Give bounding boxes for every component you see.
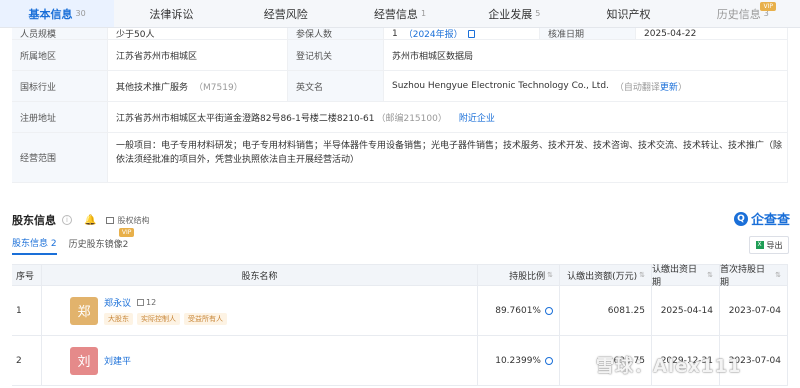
avatar: 刘 bbox=[70, 346, 98, 375]
value-registry: 苏州市相城区数据局 bbox=[384, 40, 788, 70]
value-insured: 1 （2024年报） bbox=[384, 27, 540, 40]
tab-development[interactable]: 企业发展 5 bbox=[457, 0, 571, 27]
person-name-line: 刘建平 bbox=[104, 354, 131, 367]
value-approval-date: 2025-04-22 bbox=[636, 28, 788, 39]
structure-icon bbox=[106, 216, 115, 224]
table-row: 1 郑 郑永议 12 大股东 实际控制人 受益所有人 89.7601% 6081.… bbox=[12, 286, 788, 336]
company-count-icon bbox=[137, 299, 145, 306]
value-address: 江苏省苏州市相城区太平街道金澄路82号86-1号楼二楼8210-61 （邮编215… bbox=[108, 102, 788, 132]
header-date2[interactable]: 首次持股日期 ⇅ bbox=[720, 265, 788, 288]
date1-cell: 2025-04-14 bbox=[652, 286, 720, 335]
header-amount[interactable]: 认缴出资额(万元) ⇅ bbox=[560, 265, 652, 285]
shareholder-section-title: 股东信息 i 🔔 股权结构 bbox=[12, 214, 150, 227]
pct-cell: 10.2399% bbox=[478, 336, 560, 385]
row-index: 2 bbox=[12, 336, 42, 385]
shareholder-name-link[interactable]: 郑永议 bbox=[104, 296, 131, 309]
update-translation-link[interactable]: 更新 bbox=[660, 80, 678, 93]
date2-cell: 2023-07-04 bbox=[720, 286, 788, 335]
value-scope: 一般项目：电子专用材料研发；电子专用材料销售；半导体器件专用设备销售；光电子器件… bbox=[108, 133, 788, 182]
value-english-name: Suzhou Hengyue Electronic Technology Co.… bbox=[384, 71, 788, 101]
top-tab-bar: 基本信息 30 法律诉讼 经营风险 经营信息 1 企业发展 5 知识产权 历史信息 3 V… bbox=[0, 0, 800, 28]
bell-icon[interactable]: 🔔 bbox=[84, 215, 96, 226]
label-insured: 参保人数 bbox=[288, 28, 384, 40]
person-name-line: 郑永议 12 bbox=[104, 296, 231, 309]
value-region: 江苏省苏州市相城区 bbox=[108, 40, 288, 70]
tag: 受益所有人 bbox=[184, 313, 227, 325]
chart-icon[interactable] bbox=[545, 306, 553, 315]
excel-icon: X bbox=[755, 241, 764, 249]
avatar: 郑 bbox=[70, 296, 98, 325]
person-info: 刘建平 bbox=[104, 354, 131, 367]
report-icon[interactable] bbox=[467, 29, 475, 38]
label-staff-size: 人员规模 bbox=[12, 28, 108, 40]
tab-ip[interactable]: 知识产权 bbox=[571, 0, 685, 27]
tab-risk[interactable]: 经营风险 bbox=[229, 0, 343, 27]
info-icon[interactable]: i bbox=[62, 215, 72, 225]
value-staff-size: 少于50人 bbox=[108, 28, 288, 40]
shareholder-subtabs: 股东信息 2 历史股东镜像2 VIP bbox=[12, 228, 140, 255]
label-english-name: 英文名 bbox=[288, 71, 384, 101]
tab-legal[interactable]: 法律诉讼 bbox=[114, 0, 228, 27]
sort-icon: ⇅ bbox=[547, 271, 553, 279]
sort-icon: ⇅ bbox=[639, 271, 645, 279]
company-count[interactable]: 12 bbox=[146, 298, 156, 307]
tag: 实际控制人 bbox=[137, 313, 180, 325]
row-index: 1 bbox=[12, 286, 42, 335]
tag: 大股东 bbox=[104, 313, 133, 325]
shareholder-cell: 郑 郑永议 12 大股东 实际控制人 受益所有人 bbox=[42, 286, 478, 335]
table-header: 序号 股东名称 持股比例 ⇅ 认缴出资额(万元) ⇅ 认缴出资日期 ⇅ 首次持股日期 ⇅ bbox=[12, 264, 788, 288]
qichacha-logo: Q 企查查 bbox=[734, 209, 790, 228]
tab-history[interactable]: 历史信息 3 VIP bbox=[686, 0, 800, 27]
sort-icon: ⇅ bbox=[707, 271, 713, 279]
info-row-staff: 人员规模 少于50人 参保人数 1 （2024年报） 核准日期 2025-04-2… bbox=[12, 28, 788, 40]
label-scope: 经营范围 bbox=[12, 133, 108, 182]
header-date1[interactable]: 认缴出资日期 ⇅ bbox=[652, 265, 720, 288]
tab-business-info[interactable]: 经营信息 1 bbox=[343, 0, 457, 27]
shareholder-cell: 刘 刘建平 bbox=[42, 336, 478, 385]
shareholder-name-link[interactable]: 刘建平 bbox=[104, 354, 131, 367]
sort-icon: ⇅ bbox=[775, 271, 781, 279]
basic-info-table: 人员规模 少于50人 参保人数 1 （2024年报） 核准日期 2025-04-2… bbox=[12, 28, 788, 183]
info-row-region: 所属地区 江苏省苏州市相城区 登记机关 苏州市相城区数据局 bbox=[12, 40, 788, 71]
watermark: 雪球：Alex111 bbox=[596, 356, 742, 377]
info-row-industry: 国标行业 其他技术推广服务 （M7519） 英文名 Suzhou Hengyue … bbox=[12, 71, 788, 102]
nearby-companies-link[interactable]: 附近企业 bbox=[459, 111, 495, 124]
subtab-history-shareholders[interactable]: 历史股东镜像2 VIP bbox=[69, 228, 135, 254]
export-button[interactable]: X 导出 bbox=[749, 236, 789, 254]
label-industry: 国标行业 bbox=[12, 71, 108, 101]
label-address: 注册地址 bbox=[12, 102, 108, 132]
equity-structure-button[interactable]: 股权结构 bbox=[106, 215, 149, 226]
header-pct[interactable]: 持股比例 ⇅ bbox=[478, 265, 560, 285]
pct-cell: 89.7601% bbox=[478, 286, 560, 335]
tab-basic-info[interactable]: 基本信息 30 bbox=[0, 0, 115, 27]
header-index: 序号 bbox=[12, 265, 42, 285]
annual-report-link[interactable]: （2024年报） bbox=[404, 27, 463, 40]
amount-cell: 6081.25 bbox=[560, 286, 652, 335]
subtab-shareholders[interactable]: 股东信息 2 bbox=[12, 236, 57, 255]
label-region: 所属地区 bbox=[12, 40, 108, 70]
value-industry: 其他技术推广服务 （M7519） bbox=[108, 71, 288, 101]
header-name: 股东名称 bbox=[42, 265, 478, 285]
person-info: 郑永议 12 大股东 实际控制人 受益所有人 bbox=[104, 296, 231, 325]
label-registry: 登记机关 bbox=[288, 40, 384, 70]
tag-list: 大股东 实际控制人 受益所有人 bbox=[104, 313, 231, 325]
vip-badge: VIP bbox=[760, 2, 776, 11]
chart-icon[interactable] bbox=[545, 356, 553, 365]
info-row-scope: 经营范围 一般项目：电子专用材料研发；电子专用材料销售；半导体器件专用设备销售；… bbox=[12, 133, 788, 183]
qichacha-logo-icon: Q bbox=[734, 211, 748, 226]
info-row-address: 注册地址 江苏省苏州市相城区太平街道金澄路82号86-1号楼二楼8210-61 （… bbox=[12, 102, 788, 133]
label-approval-date: 核准日期 bbox=[540, 28, 636, 40]
vip-badge: VIP bbox=[118, 228, 135, 237]
